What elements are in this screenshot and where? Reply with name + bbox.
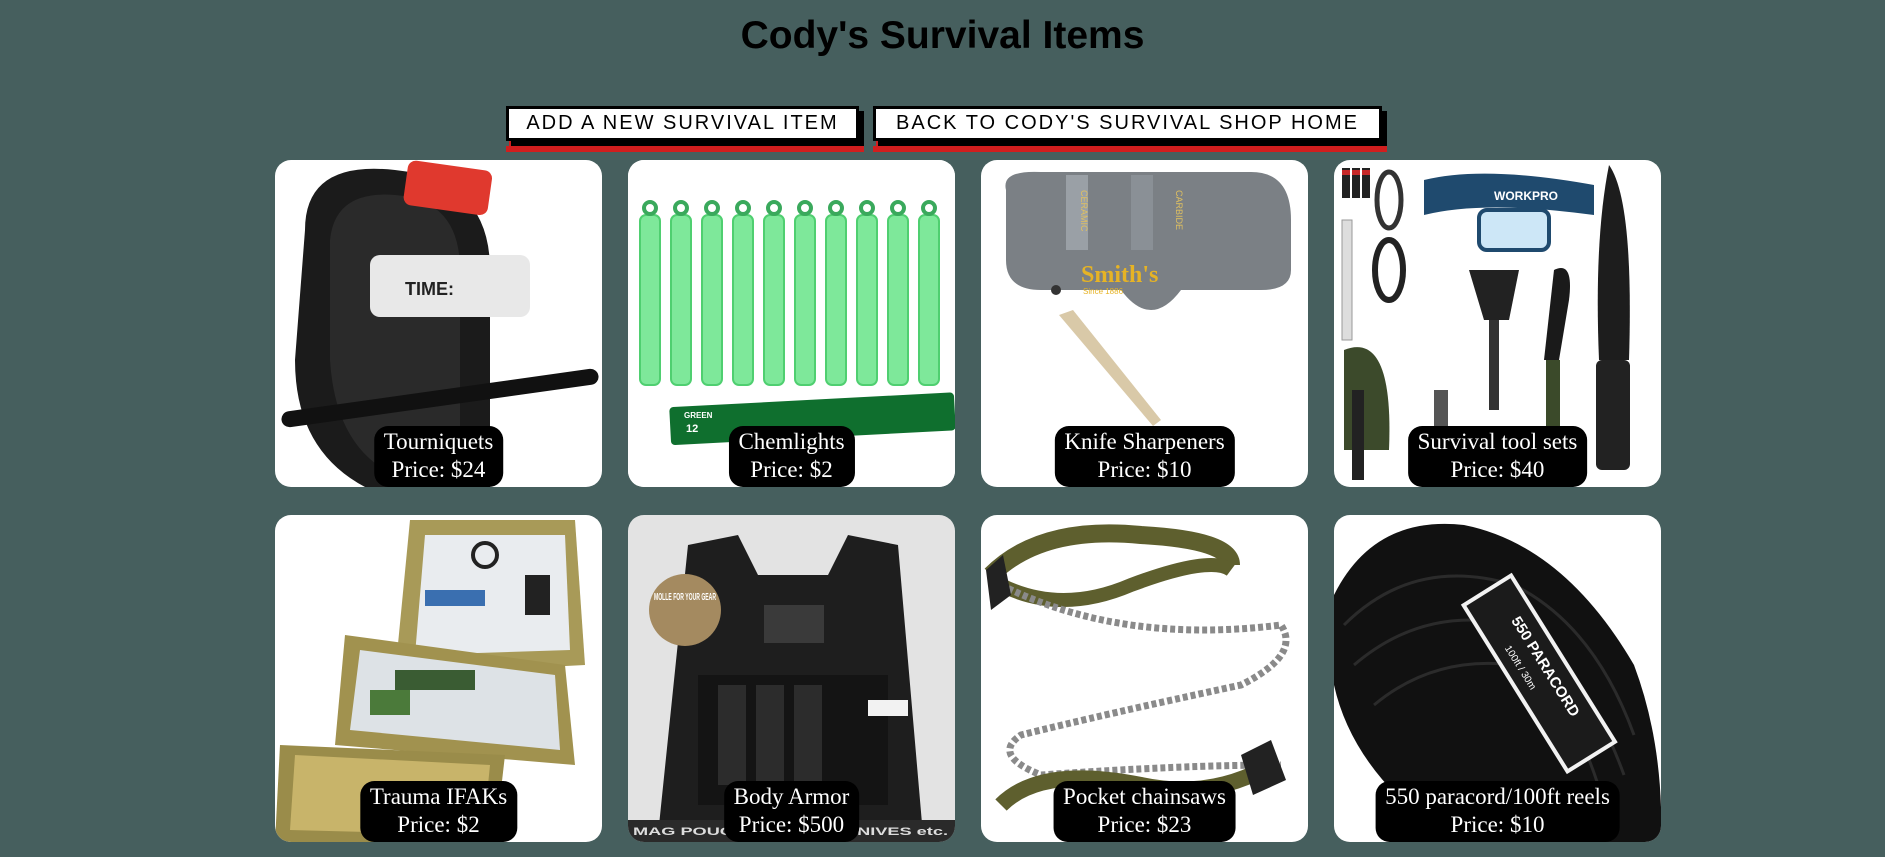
page-title: Cody's Survival Items [740, 14, 1145, 57]
item-name: Knife Sharpeners [1064, 429, 1225, 454]
item-name: Chemlights [738, 429, 845, 454]
sharpener-brand-text: Smith's [1081, 262, 1158, 288]
item-price: Price: $10 [1097, 457, 1192, 482]
item-name: Body Armor [733, 784, 850, 809]
item-price: Price: $500 [738, 812, 845, 837]
item-name: Pocket chainsaws [1063, 784, 1226, 809]
item-label: Pocket chainsaws Price: $23 [1053, 781, 1236, 842]
add-item-button[interactable]: ADD A NEW SURVIVAL ITEM [506, 106, 864, 152]
item-label: Chemlights Price: $2 [728, 426, 855, 487]
sharpener-carbide-text: CARBIDE [1174, 190, 1184, 230]
item-name: Trauma IFAKs [369, 784, 508, 809]
item-label: 550 paracord/100ft reels Price: $10 [1375, 781, 1620, 842]
glowstick-hours-text: 12 [686, 423, 698, 435]
back-home-button[interactable]: BACK TO CODY'S SURVIVAL SHOP HOME [873, 106, 1387, 152]
item-card-survival-tool-sets[interactable]: WORKPRO Survival tool sets Price: $40 [1334, 160, 1661, 487]
item-card-pocket-chainsaws[interactable]: Pocket chainsaws Price: $23 [981, 515, 1308, 842]
tourniquet-tag-text: TIME: [405, 279, 454, 299]
item-label: Tourniquets Price: $24 [373, 426, 504, 487]
headlamp-brand-text: WORKPRO [1494, 189, 1558, 203]
item-price: Price: $2 [397, 812, 480, 837]
item-name: Survival tool sets [1417, 429, 1578, 454]
item-card-trauma-ifaks[interactable]: Trauma IFAKs Price: $2 [275, 515, 602, 842]
item-price: Price: $24 [391, 457, 486, 482]
item-card-chemlights[interactable]: GREEN 12 Chemlights Price: $2 [628, 160, 955, 487]
item-label: Trauma IFAKs Price: $2 [359, 781, 518, 842]
item-label: Body Armor Price: $500 [723, 781, 860, 842]
item-card-tourniquets[interactable]: TIME: Tourniquets Price: $24 [275, 160, 602, 487]
item-price: Price: $10 [1450, 812, 1545, 837]
item-card-body-armor[interactable]: MOLLE FOR YOUR GEAR MAG POUCHES / ... TS… [628, 515, 955, 842]
item-price: Price: $2 [750, 457, 833, 482]
item-card-paracord[interactable]: 550 PARACORD 100ft / 30m 550 paracord/10… [1334, 515, 1661, 842]
item-price: Price: $23 [1097, 812, 1192, 837]
armor-badge-text: MOLLE FOR YOUR GEAR [654, 592, 716, 603]
sharpener-since-text: Since 1886 [1083, 287, 1124, 296]
item-label: Survival tool sets Price: $40 [1407, 426, 1588, 487]
item-name: Tourniquets [383, 429, 494, 454]
item-label: Knife Sharpeners Price: $10 [1054, 426, 1235, 487]
item-name: 550 paracord/100ft reels [1385, 784, 1610, 809]
item-price: Price: $40 [1450, 457, 1545, 482]
glowstick-color-text: GREEN [684, 411, 713, 420]
sharpener-ceramic-text: CERAMIC [1079, 190, 1089, 232]
item-card-knife-sharpeners[interactable]: CERAMIC CARBIDE Smith's Since 1886 Knife… [981, 160, 1308, 487]
